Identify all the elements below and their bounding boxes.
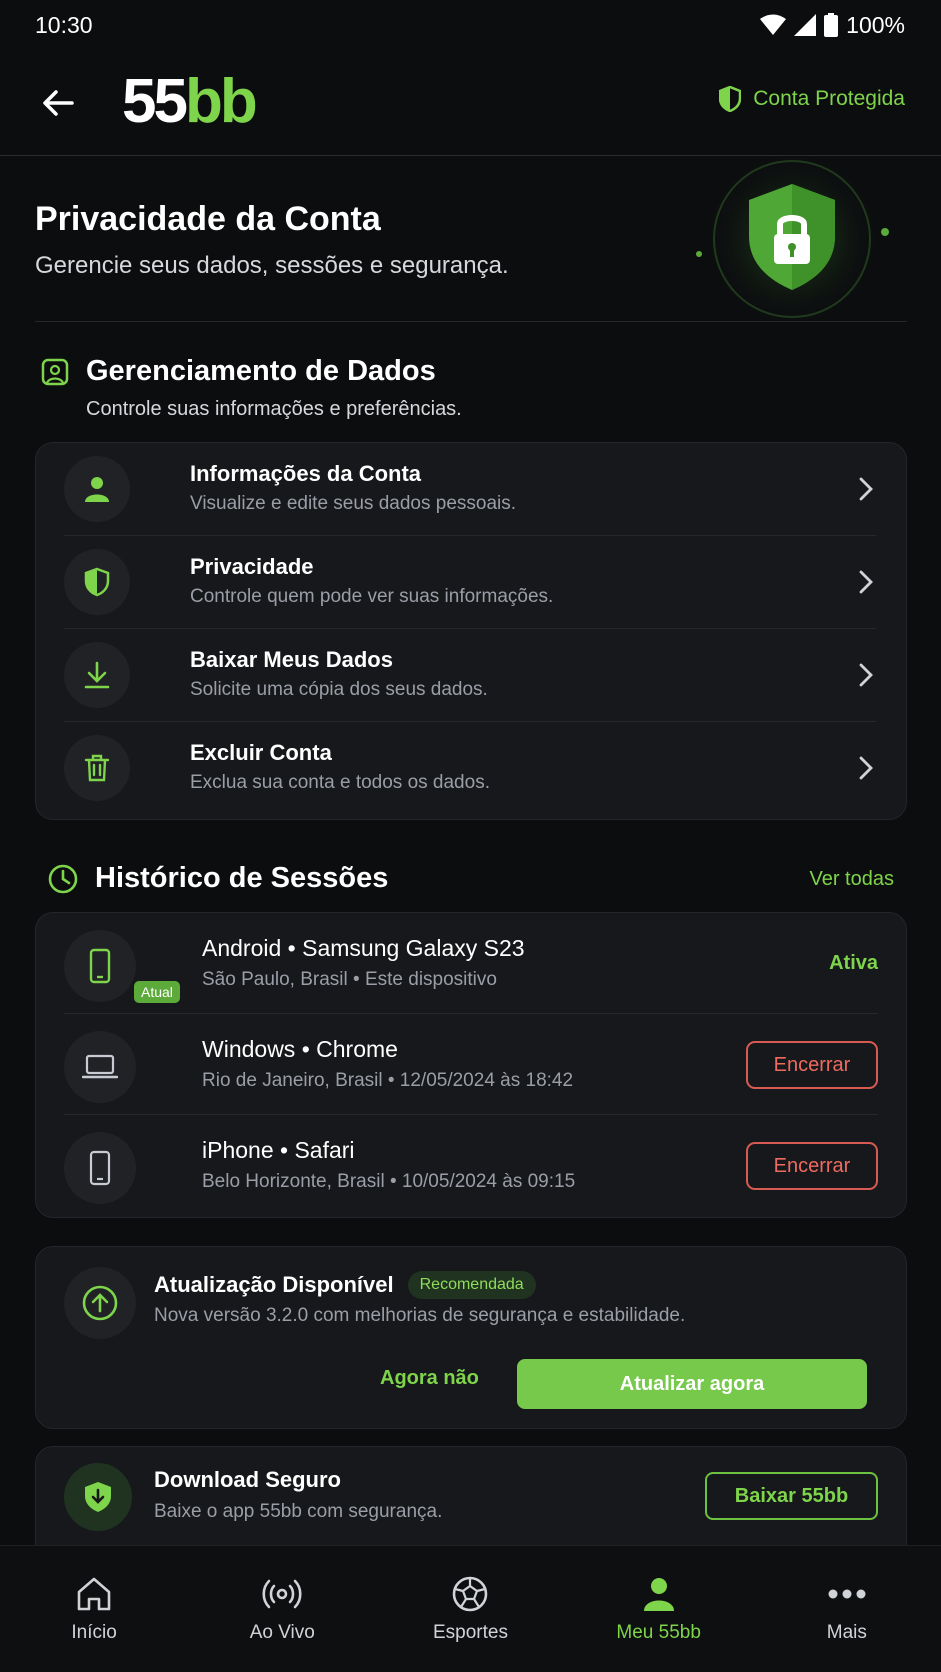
session-row: iPhone • Safari Belo Horizonte, Brasil •… — [64, 1115, 878, 1216]
page-title: Privacidade da Conta — [35, 200, 381, 238]
phone-icon — [64, 930, 136, 1002]
download-subtitle: Baixe o app 55bb com segurança. — [154, 1501, 443, 1522]
data-item-subtitle: Controle quem pode ver suas informações. — [190, 586, 554, 607]
profile-icon — [643, 1578, 674, 1611]
session-device: Android • Samsung Galaxy S23 — [202, 935, 525, 961]
download-icon — [64, 642, 130, 708]
shield-download-icon — [64, 1463, 132, 1531]
nav-label: Esportes — [432, 1622, 508, 1643]
data-item-title: Excluir Conta — [190, 740, 332, 765]
sessions-section-header: Histórico de Sessões — [47, 862, 388, 895]
page-subtitle: Gerencie seus dados, sessões e segurança… — [35, 252, 509, 279]
chevron-right-icon — [859, 570, 873, 594]
not-now-button[interactable]: Agora não — [380, 1367, 479, 1390]
protected-label: Conta Protegida — [753, 87, 905, 110]
data-folder-icon — [41, 358, 69, 385]
brand-logo[interactable]: 55bb — [122, 70, 258, 134]
shield-icon — [64, 549, 130, 615]
privacy-hero: Privacidade da Conta Gerencie seus dados… — [35, 156, 907, 322]
bottom-navigation: Início Ao Vivo Esportes Meu 55bb Mais — [0, 1545, 941, 1672]
sessions-section-title: Histórico de Sessões — [95, 862, 389, 894]
signal-icon — [794, 14, 817, 36]
session-detail: Belo Horizonte, Brasil • 10/05/2024 às 0… — [202, 1171, 576, 1192]
shield-icon — [719, 86, 742, 112]
data-section-header: Gerenciamento de Dados — [40, 355, 436, 388]
data-item-subtitle: Solicite uma cópia dos seus dados. — [190, 679, 488, 700]
nav-item-live[interactable]: Ao Vivo — [188, 1546, 376, 1672]
sessions-card: Atual Android • Samsung Galaxy S23 São P… — [35, 912, 907, 1218]
data-item-title: Informações da Conta — [190, 461, 422, 486]
chevron-right-icon — [859, 663, 873, 687]
download-app-button[interactable]: Baixar 55bb — [705, 1472, 878, 1520]
update-subtitle: Nova versão 3.2.0 com melhorias de segur… — [154, 1305, 686, 1326]
clock-icon — [48, 864, 78, 893]
user-icon — [64, 456, 130, 522]
session-row: Windows • Chrome Rio de Janeiro, Brasil … — [64, 1014, 878, 1115]
ball-icon — [453, 1576, 488, 1612]
session-detail: São Paulo, Brasil • Este dispositivo — [202, 969, 497, 990]
update-title-row: Atualização Disponível Recomendada — [154, 1271, 536, 1299]
data-section-subtitle: Controle suas informações e preferências… — [86, 398, 462, 420]
lock-shield-icon — [696, 156, 889, 322]
back-arrow-icon[interactable] — [40, 85, 76, 121]
see-all-sessions-link[interactable]: Ver todas — [809, 868, 894, 891]
data-item-title: Baixar Meus Dados — [190, 647, 393, 672]
battery-level: 100% — [846, 11, 905, 38]
wifi-icon — [760, 14, 787, 35]
nav-label: Ao Vivo — [249, 1622, 315, 1643]
status-time: 10:30 — [35, 11, 93, 38]
status-icons: 100% — [760, 12, 905, 39]
chevron-right-icon — [859, 477, 873, 501]
chevron-right-icon — [859, 756, 873, 780]
update-now-button[interactable]: Atualizar agora — [517, 1359, 867, 1409]
data-item-account-info[interactable]: Informações da Conta Visualize e edite s… — [64, 443, 876, 536]
nav-item-home[interactable]: Início — [0, 1546, 188, 1672]
data-item-title: Privacidade — [190, 554, 314, 579]
nav-item-my-55bb[interactable]: Meu 55bb — [565, 1546, 753, 1672]
battery-icon — [824, 13, 839, 37]
data-item-download-data[interactable]: Baixar Meus Dados Solicite uma cópia dos… — [64, 629, 876, 722]
phone-icon — [64, 1132, 136, 1204]
protected-account-badge[interactable]: Conta Protegida — [719, 86, 905, 112]
data-management-card: Informações da Conta Visualize e edite s… — [35, 442, 907, 820]
laptop-icon — [64, 1031, 136, 1103]
data-item-subtitle: Exclua sua conta e todos os dados. — [190, 772, 490, 793]
nav-item-sports[interactable]: Esportes — [376, 1546, 564, 1672]
update-title: Atualização Disponível — [154, 1272, 394, 1297]
session-row: Atual Android • Samsung Galaxy S23 São P… — [64, 913, 878, 1014]
current-device-badge: Atual — [132, 979, 182, 1005]
data-item-privacy[interactable]: Privacidade Controle quem pode ver suas … — [64, 536, 876, 629]
data-item-delete-account[interactable]: Excluir Conta Exclua sua conta e todos o… — [64, 722, 876, 815]
nav-label: Meu 55bb — [616, 1622, 701, 1643]
session-detail: Rio de Janeiro, Brasil • 12/05/2024 às 1… — [202, 1070, 574, 1091]
download-title: Download Seguro — [154, 1467, 341, 1492]
session-device: iPhone • Safari — [202, 1137, 355, 1163]
status-bar: 10:30 100% — [0, 0, 941, 50]
recommended-badge: Recomendada — [407, 1271, 536, 1299]
session-device: Windows • Chrome — [202, 1036, 398, 1062]
nav-item-more[interactable]: Mais — [753, 1546, 941, 1672]
app-bar: 55bb Conta Protegida — [0, 50, 941, 156]
more-icon — [828, 1589, 866, 1599]
trash-icon — [64, 735, 130, 801]
nav-label: Mais — [826, 1622, 867, 1643]
nav-label: Início — [71, 1622, 117, 1643]
data-section-title: Gerenciamento de Dados — [86, 355, 436, 387]
update-card: Atualização Disponível Recomendada Nova … — [35, 1246, 907, 1429]
session-status-active: Ativa — [829, 952, 878, 974]
update-arrow-icon — [64, 1267, 136, 1339]
live-icon — [262, 1579, 302, 1609]
data-item-subtitle: Visualize e edite seus dados pessoais. — [190, 493, 517, 514]
home-icon — [77, 1577, 111, 1611]
end-session-button[interactable]: Encerrar — [746, 1142, 878, 1190]
end-session-button[interactable]: Encerrar — [746, 1041, 878, 1089]
